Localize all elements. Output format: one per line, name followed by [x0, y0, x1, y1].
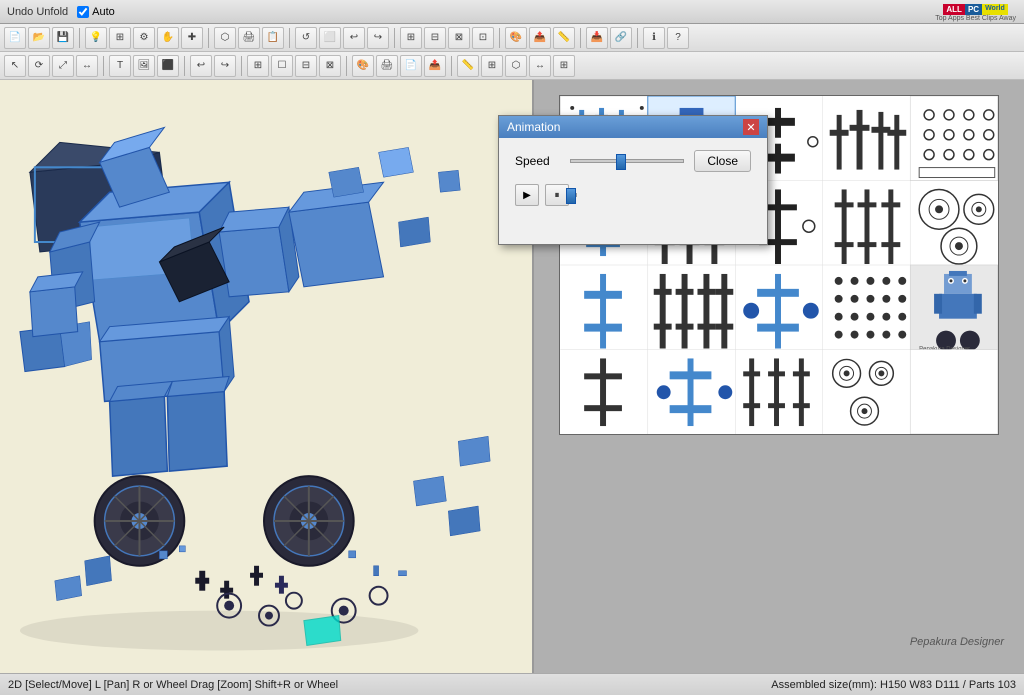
auto-checkbox-label[interactable]: Auto [77, 6, 115, 18]
open-icon[interactable]: 📂 [28, 27, 50, 49]
speed-slider-thumb[interactable] [616, 154, 626, 170]
play-button[interactable]: ▶ [515, 184, 539, 206]
new-icon[interactable]: 📄 [4, 27, 26, 49]
sep1 [79, 28, 80, 48]
parts3-icon[interactable]: ⊟ [295, 55, 317, 77]
fit-icon[interactable]: ⊞ [553, 55, 575, 77]
sep10 [241, 56, 242, 76]
page3-icon[interactable]: 📋 [262, 27, 284, 49]
logo: ALL PC World Top Apps Best Clips Away [935, 4, 1016, 22]
sep3 [289, 28, 290, 48]
toolbar-top: 📄 📂 💾 💡 ⊞ ⚙ ✋ ✚ ⬡ 🖨 📋 ↺ ⬜ ↩ ↪ ⊞ ⊟ ⊠ ⊡ 🎨 … [0, 24, 1024, 52]
join2-icon[interactable]: ⊞ [400, 27, 422, 49]
close-button[interactable]: Close [694, 150, 751, 172]
sep5 [499, 28, 500, 48]
scale2-icon[interactable]: ⤢ [52, 55, 74, 77]
sep8 [103, 56, 104, 76]
layer-icon[interactable]: ⬡ [505, 55, 527, 77]
page4-icon[interactable]: 📄 [400, 55, 422, 77]
cube2-icon[interactable]: ⬛ [157, 55, 179, 77]
link-icon[interactable]: 🔗 [610, 27, 632, 49]
sep6 [580, 28, 581, 48]
measure3-icon[interactable]: 📏 [457, 55, 479, 77]
join3-icon[interactable]: ⊞ [247, 55, 269, 77]
print3-icon[interactable]: 🖨 [238, 27, 260, 49]
undo3-icon[interactable]: ↩ [343, 27, 365, 49]
print4-icon[interactable]: 🖨 [376, 55, 398, 77]
sep2 [208, 28, 209, 48]
redo2-icon[interactable]: ↪ [367, 27, 389, 49]
import-icon[interactable]: 📥 [586, 27, 608, 49]
expand2-icon[interactable]: ⬜ [319, 27, 341, 49]
animation-dialog-title[interactable]: Animation ✕ [499, 116, 767, 138]
unfold2-icon[interactable]: ⬡ [214, 27, 236, 49]
playback-row: ▶ ⏸ [515, 184, 751, 206]
parts2-icon[interactable]: ⊠ [448, 27, 470, 49]
status-left: 2D [Select/Move] L [Pan] R or Wheel Drag… [8, 679, 338, 691]
sep9 [184, 56, 185, 76]
cross-icon[interactable]: ✚ [181, 27, 203, 49]
color3-icon[interactable]: 🎨 [352, 55, 374, 77]
color2-icon[interactable]: 🎨 [505, 27, 527, 49]
size-icon[interactable]: ↔ [529, 55, 551, 77]
save-icon[interactable]: 💾 [52, 27, 74, 49]
logo-box: ALL PC World [943, 4, 1007, 15]
undo4-icon[interactable]: ↩ [190, 55, 212, 77]
select3-icon[interactable]: ☐ [271, 55, 293, 77]
export2-icon[interactable]: 📤 [529, 27, 551, 49]
3d-view[interactable] [0, 80, 534, 673]
info2-icon[interactable]: ℹ [643, 27, 665, 49]
animation-dialog-close-x-button[interactable]: ✕ [743, 119, 759, 135]
status-right: Assembled size(mm): H150 W83 D111 / Part… [771, 679, 1016, 691]
export3-icon[interactable]: 📤 [424, 55, 446, 77]
toolbar-bottom: ↖ ⟳ ⤢ ↔ T 🖼 ⬛ ↩ ↪ ⊞ ☐ ⊟ ⊠ 🎨 🖨 📄 📤 📏 ⊞ ⬡ … [0, 52, 1024, 80]
select2-icon[interactable]: ⊟ [424, 27, 446, 49]
animation-dialog: Animation ✕ Speed Close ▶ ⏸ [498, 115, 768, 245]
speed-row: Speed Close [515, 150, 751, 172]
playbar: ▶ ⏸ [515, 184, 577, 206]
help2-icon[interactable]: ? [667, 27, 689, 49]
sep12 [451, 56, 452, 76]
auto-checkbox[interactable] [77, 6, 89, 18]
measure2-icon[interactable]: 📏 [553, 27, 575, 49]
grid3-icon[interactable]: ⊞ [481, 55, 503, 77]
cursor2-icon[interactable]: ↖ [4, 55, 26, 77]
title-bar: Undo Unfold Auto ALL PC World Top Apps B… [0, 0, 1024, 24]
watermark: Pepakura Designer [910, 636, 1004, 648]
text2-icon[interactable]: T [109, 55, 131, 77]
sep11 [346, 56, 347, 76]
animation-dialog-body: Speed Close ▶ ⏸ [499, 138, 767, 230]
progress-track[interactable] [575, 193, 577, 197]
redo3-icon[interactable]: ↪ [214, 55, 236, 77]
rotate3-icon[interactable]: ↺ [295, 27, 317, 49]
status-bar: 2D [Select/Move] L [Pan] R or Wheel Drag… [0, 673, 1024, 695]
image2-icon[interactable]: 🖼 [133, 55, 155, 77]
speed-slider[interactable] [570, 159, 684, 163]
hand2-icon[interactable]: ✋ [157, 27, 179, 49]
lamp-icon[interactable]: 💡 [85, 27, 107, 49]
sep4 [394, 28, 395, 48]
grid2-icon[interactable]: ⊞ [109, 27, 131, 49]
split3-icon[interactable]: ⊠ [319, 55, 341, 77]
settings2-icon[interactable]: ⚙ [133, 27, 155, 49]
3d-scene [0, 80, 532, 673]
flip2-icon[interactable]: ↔ [76, 55, 98, 77]
undo-unfold-button[interactable]: Undo Unfold [4, 5, 71, 19]
rotate4-icon[interactable]: ⟳ [28, 55, 50, 77]
speed-label: Speed [515, 154, 560, 168]
split2-icon[interactable]: ⊡ [472, 27, 494, 49]
progress-thumb[interactable] [566, 188, 576, 204]
sep7 [637, 28, 638, 48]
